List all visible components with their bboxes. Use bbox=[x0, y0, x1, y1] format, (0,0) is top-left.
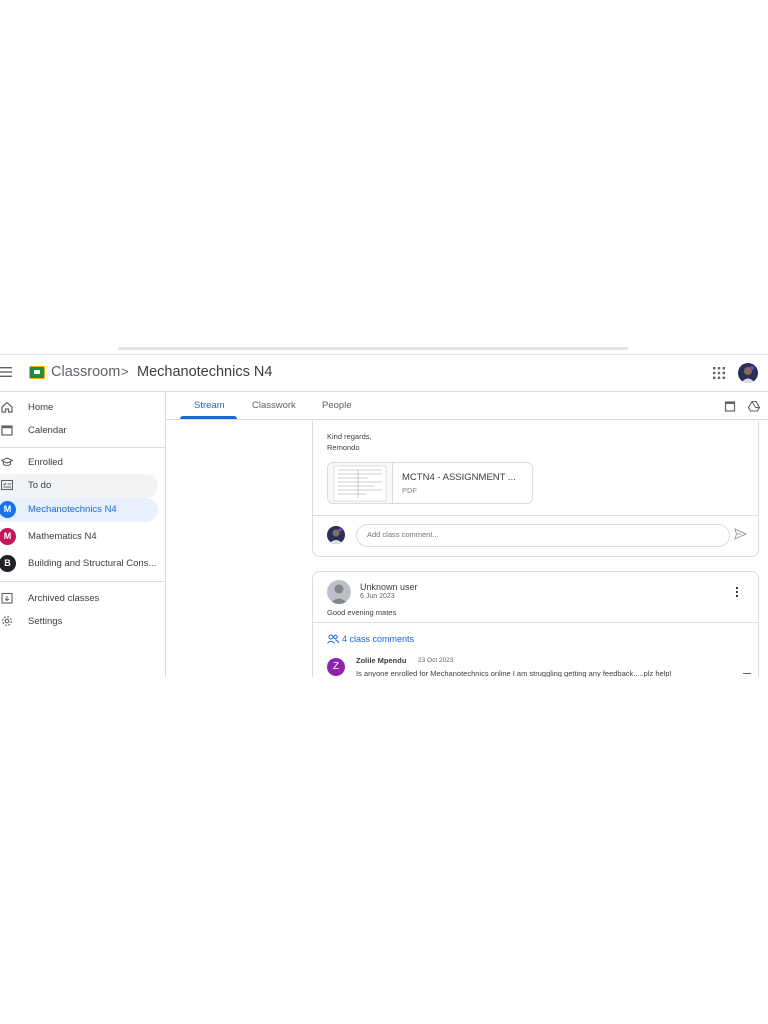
sidebar-item-label: Archived classes bbox=[28, 593, 100, 604]
class-title[interactable]: Mechanotechnics N4 bbox=[137, 364, 272, 380]
more-options-icon[interactable] bbox=[735, 586, 739, 598]
sidebar-item-label: Mathematics N4 bbox=[28, 531, 97, 542]
sidebar-item-todo[interactable]: To do bbox=[0, 474, 158, 498]
menu-icon[interactable] bbox=[0, 366, 14, 378]
active-tab-indicator bbox=[180, 416, 237, 419]
sidebar-divider bbox=[0, 447, 165, 448]
sidebar-item-label: Building and Structural Cons... bbox=[28, 558, 157, 569]
classroom-app: Classroom > Mechanotechnics N4 Home Cale… bbox=[0, 354, 768, 677]
calendar-icon[interactable] bbox=[724, 400, 736, 412]
classroom-logo-icon[interactable] bbox=[29, 366, 45, 379]
home-icon bbox=[1, 401, 13, 413]
sidebar-item-label: Calendar bbox=[28, 425, 67, 436]
account-avatar[interactable] bbox=[738, 363, 758, 383]
people-icon bbox=[327, 634, 339, 644]
app-title[interactable]: Classroom bbox=[51, 364, 120, 380]
commenter-avatar: Z bbox=[327, 658, 345, 676]
class-comment-field[interactable] bbox=[356, 524, 730, 547]
sidebar-item-mechanotechnics[interactable]: M Mechanotechnics N4 bbox=[0, 498, 158, 522]
card-divider bbox=[313, 515, 758, 516]
user-avatar bbox=[327, 526, 345, 544]
class-initial-avatar: B bbox=[0, 555, 16, 572]
tab-stream[interactable]: Stream bbox=[194, 400, 225, 411]
sidebar-item-label: Home bbox=[28, 402, 54, 413]
class-initial-avatar: M bbox=[0, 528, 16, 545]
send-icon[interactable] bbox=[734, 528, 747, 540]
sidebar-item-label: Enrolled bbox=[28, 457, 63, 468]
sidebar-item-label: Mechanotechnics N4 bbox=[28, 504, 117, 515]
stream-post-card: Kind regards, Remondo MCTN4 - ASSIGNMENT… bbox=[312, 421, 759, 557]
class-comments-link[interactable]: 4 class comments bbox=[342, 634, 414, 644]
post-body: Good evening mates bbox=[327, 608, 397, 617]
tab-people[interactable]: People bbox=[322, 400, 352, 411]
attachment-thumbnail bbox=[328, 463, 393, 503]
sidebar: Home Calendar Enrolled To do M Mechanote… bbox=[0, 392, 166, 677]
post-author: Unknown user bbox=[360, 582, 418, 592]
tab-classwork[interactable]: Classwork bbox=[252, 400, 296, 411]
top-app-bar: Classroom > Mechanotechnics N4 bbox=[0, 355, 768, 392]
post-text-line: Kind regards, bbox=[327, 432, 372, 441]
top-scrollbar bbox=[118, 347, 628, 350]
graduation-cap-icon bbox=[1, 457, 13, 467]
unknown-user-avatar bbox=[327, 580, 351, 604]
post-text-line: Remondo bbox=[327, 443, 360, 452]
comment-menu-indicator[interactable] bbox=[743, 673, 751, 674]
calendar-icon bbox=[1, 425, 13, 436]
sidebar-item-calendar[interactable]: Calendar bbox=[0, 419, 158, 443]
class-tabs: Stream Classwork People bbox=[166, 392, 768, 420]
sidebar-item-label: Settings bbox=[28, 616, 63, 627]
sidebar-item-enrolled[interactable]: Enrolled bbox=[0, 451, 158, 475]
card-divider bbox=[313, 622, 758, 623]
sidebar-item-archived[interactable]: Archived classes bbox=[0, 587, 158, 611]
post-date: 6 Jun 2023 bbox=[360, 593, 395, 600]
attachment-card[interactable]: MCTN4 - ASSIGNMENT ... PDF bbox=[327, 462, 533, 504]
google-drive-icon[interactable] bbox=[748, 400, 760, 412]
class-comment-input[interactable] bbox=[367, 530, 707, 539]
archive-icon bbox=[1, 592, 13, 604]
attachment-type: PDF bbox=[402, 486, 417, 495]
sidebar-item-home[interactable]: Home bbox=[0, 396, 158, 420]
sidebar-item-settings[interactable]: Settings bbox=[0, 610, 158, 634]
breadcrumb-separator: > bbox=[121, 364, 129, 379]
sidebar-item-mathematics[interactable]: M Mathematics N4 bbox=[0, 525, 158, 549]
attachment-title: MCTN4 - ASSIGNMENT ... bbox=[402, 472, 516, 483]
comment-text: Is anyone enrolled for Mechanotechnics o… bbox=[356, 669, 672, 677]
comment-author: Zolile Mpendu bbox=[356, 656, 407, 665]
todo-list-icon bbox=[1, 479, 13, 491]
sidebar-item-label: To do bbox=[28, 480, 52, 491]
google-apps-icon[interactable] bbox=[713, 367, 725, 379]
comment-date: 23 Oct 2023 bbox=[418, 657, 454, 664]
class-initial-avatar: M bbox=[0, 501, 16, 518]
sidebar-divider bbox=[0, 581, 165, 582]
stream-post-card: Unknown user 6 Jun 2023 Good evening mat… bbox=[312, 571, 759, 677]
sidebar-item-building[interactable]: B Building and Structural Cons... bbox=[0, 552, 158, 576]
settings-gear-icon bbox=[2, 616, 12, 626]
